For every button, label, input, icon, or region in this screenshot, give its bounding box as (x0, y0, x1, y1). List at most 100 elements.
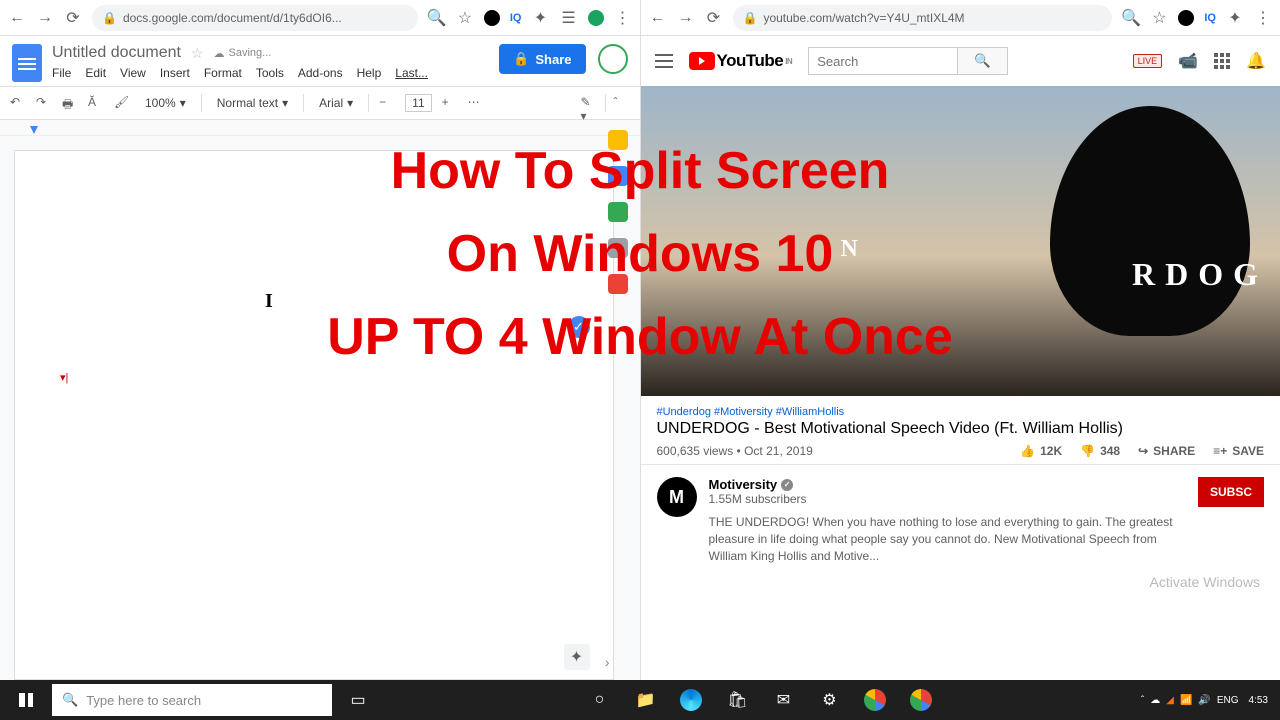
ruler[interactable] (0, 120, 640, 136)
store-icon[interactable]: 🛍 (715, 680, 759, 720)
font-size-value[interactable]: 11 (405, 94, 431, 112)
account-avatar[interactable] (598, 44, 628, 74)
save-button[interactable]: ≡+ SAVE (1213, 444, 1264, 458)
extensions-icon[interactable]: ✦ (532, 9, 550, 27)
docs-logo-icon[interactable] (12, 44, 42, 82)
reading-list-icon[interactable]: ☰ (560, 9, 578, 27)
chrome-icon-2[interactable] (899, 680, 943, 720)
tray-language[interactable]: ENG (1217, 695, 1239, 706)
share-button[interactable]: ↪ SHARE (1138, 444, 1195, 458)
task-view-icon[interactable]: ▭ (336, 680, 380, 720)
tray-wifi-icon[interactable]: 📶 (1180, 695, 1192, 706)
zoom-select[interactable]: 100% ▾ (140, 93, 191, 113)
forward-button[interactable]: → (36, 9, 54, 27)
forward-button[interactable]: → (677, 9, 695, 27)
zoom-icon[interactable]: 🔍 (1122, 9, 1140, 27)
document-title[interactable]: Untitled document (52, 44, 181, 62)
url-text: docs.google.com/document/d/1ty6dOI6... (123, 11, 342, 25)
address-bar[interactable]: 🔒 docs.google.com/document/d/1ty6dOI6... (92, 5, 418, 31)
channel-avatar[interactable]: M (657, 477, 697, 517)
print-icon[interactable]: 🖶 (62, 95, 78, 111)
search-placeholder: Type here to search (86, 693, 201, 708)
video-text-right: RDOG (1132, 256, 1268, 293)
last-edit-link[interactable]: Last... (395, 66, 428, 80)
contacts-icon[interactable] (608, 238, 628, 258)
notifications-icon[interactable]: 🔔 (1246, 51, 1266, 71)
menu-help[interactable]: Help (357, 66, 382, 80)
settings-icon[interactable]: ⚙ (807, 680, 851, 720)
extension-icon-2[interactable] (588, 10, 604, 26)
chrome-menu-icon[interactable]: ⋮ (614, 9, 632, 27)
channel-name[interactable]: Motiversity ✓ (709, 477, 1186, 492)
font-size-inc[interactable]: + (442, 95, 458, 111)
subscribe-button[interactable]: SUBSC (1198, 477, 1264, 507)
extension-icon-1[interactable] (1178, 10, 1194, 26)
calendar-icon[interactable] (608, 166, 628, 186)
taskbar-search[interactable]: 🔍 Type here to search (52, 684, 332, 716)
back-button[interactable]: ← (8, 9, 26, 27)
hamburger-icon[interactable] (655, 54, 673, 68)
reload-button[interactable]: ⟳ (705, 9, 723, 27)
chrome-menu-icon[interactable]: ⋮ (1254, 9, 1272, 27)
maps-icon[interactable] (608, 274, 628, 294)
document-page[interactable]: ▾| (14, 150, 614, 680)
menu-tools[interactable]: Tools (256, 66, 284, 80)
keep-icon[interactable] (608, 130, 628, 150)
star-doc-icon[interactable]: ☆ (191, 45, 204, 62)
create-icon[interactable]: 📹 (1178, 51, 1198, 71)
reload-button[interactable]: ⟳ (64, 9, 82, 27)
share-button[interactable]: 🔒 Share (499, 44, 585, 74)
style-select[interactable]: Normal text ▾ (212, 93, 293, 113)
zoom-icon[interactable]: 🔍 (428, 9, 446, 27)
live-badge[interactable]: LIVE (1133, 54, 1163, 68)
search-button[interactable]: 🔍 (958, 47, 1008, 75)
tasks-icon[interactable] (608, 202, 628, 222)
back-button[interactable]: ← (649, 9, 667, 27)
extension-icon-1[interactable] (484, 10, 500, 26)
edge-icon[interactable] (669, 680, 713, 720)
search-input[interactable] (808, 47, 958, 75)
windows-taskbar: 🔍 Type here to search ▭ ○ 📁 🛍 ✉ ⚙ ˆ ☁ ◢ … (0, 680, 1280, 720)
like-button[interactable]: 👍 12K (1020, 444, 1062, 458)
menu-addons[interactable]: Add-ons (298, 66, 343, 80)
youtube-logo[interactable]: YouTubeIN (689, 51, 793, 71)
tray-chevron-icon[interactable]: ˆ (1141, 695, 1144, 706)
tray-volume-icon[interactable]: 🔊 (1198, 695, 1210, 706)
redo-icon[interactable]: ↷ (36, 95, 52, 111)
font-size-dec[interactable]: − (379, 95, 395, 111)
menu-insert[interactable]: Insert (160, 66, 190, 80)
apps-grid-icon[interactable] (1214, 53, 1230, 69)
paint-format-icon[interactable]: 🖌 (114, 95, 130, 111)
explorer-icon[interactable]: 📁 (623, 680, 667, 720)
collapse-toolbar-icon[interactable]: ˆ (614, 95, 630, 111)
star-icon[interactable]: ☆ (456, 9, 474, 27)
menu-view[interactable]: View (120, 66, 146, 80)
cortana-icon[interactable]: ○ (577, 680, 621, 720)
tray-antivirus-icon[interactable]: ◢ (1166, 695, 1174, 706)
extension-iq-icon[interactable]: IQ (510, 12, 522, 24)
star-icon[interactable]: ☆ (1150, 9, 1168, 27)
chrome-icon[interactable] (853, 680, 897, 720)
activate-windows-watermark: Activate Windows (1150, 574, 1260, 590)
video-player[interactable]: N RDOG (641, 86, 1280, 396)
tray-clock[interactable]: 4:53 (1249, 695, 1268, 706)
dislike-button[interactable]: 👎 348 (1080, 444, 1120, 458)
extension-iq-icon[interactable]: IQ (1204, 12, 1216, 24)
grammarly-badge-icon[interactable]: ✓ (568, 316, 590, 338)
media-pause-button[interactable] (4, 680, 48, 720)
menu-edit[interactable]: Edit (85, 66, 106, 80)
mail-icon[interactable]: ✉ (761, 680, 805, 720)
spellcheck-icon[interactable]: Ӑ (88, 95, 104, 111)
explore-button-icon[interactable]: ✦ (564, 644, 590, 670)
menu-file[interactable]: File (52, 66, 71, 80)
more-icon[interactable]: ⋯ (468, 95, 484, 111)
font-select[interactable]: Arial ▾ (314, 93, 358, 113)
menu-format[interactable]: Format (204, 66, 242, 80)
editing-mode-icon[interactable]: ✎ ▾ (581, 95, 597, 111)
video-text-left: N (841, 236, 864, 263)
video-hashtags[interactable]: #Underdog #Motiversity #WilliamHollis (641, 396, 1280, 420)
undo-icon[interactable]: ↶ (10, 95, 26, 111)
tray-onedrive-icon[interactable]: ☁ (1150, 695, 1160, 706)
extensions-icon[interactable]: ✦ (1226, 9, 1244, 27)
address-bar[interactable]: 🔒 youtube.com/watch?v=Y4U_mtIXL4M (733, 5, 1113, 31)
